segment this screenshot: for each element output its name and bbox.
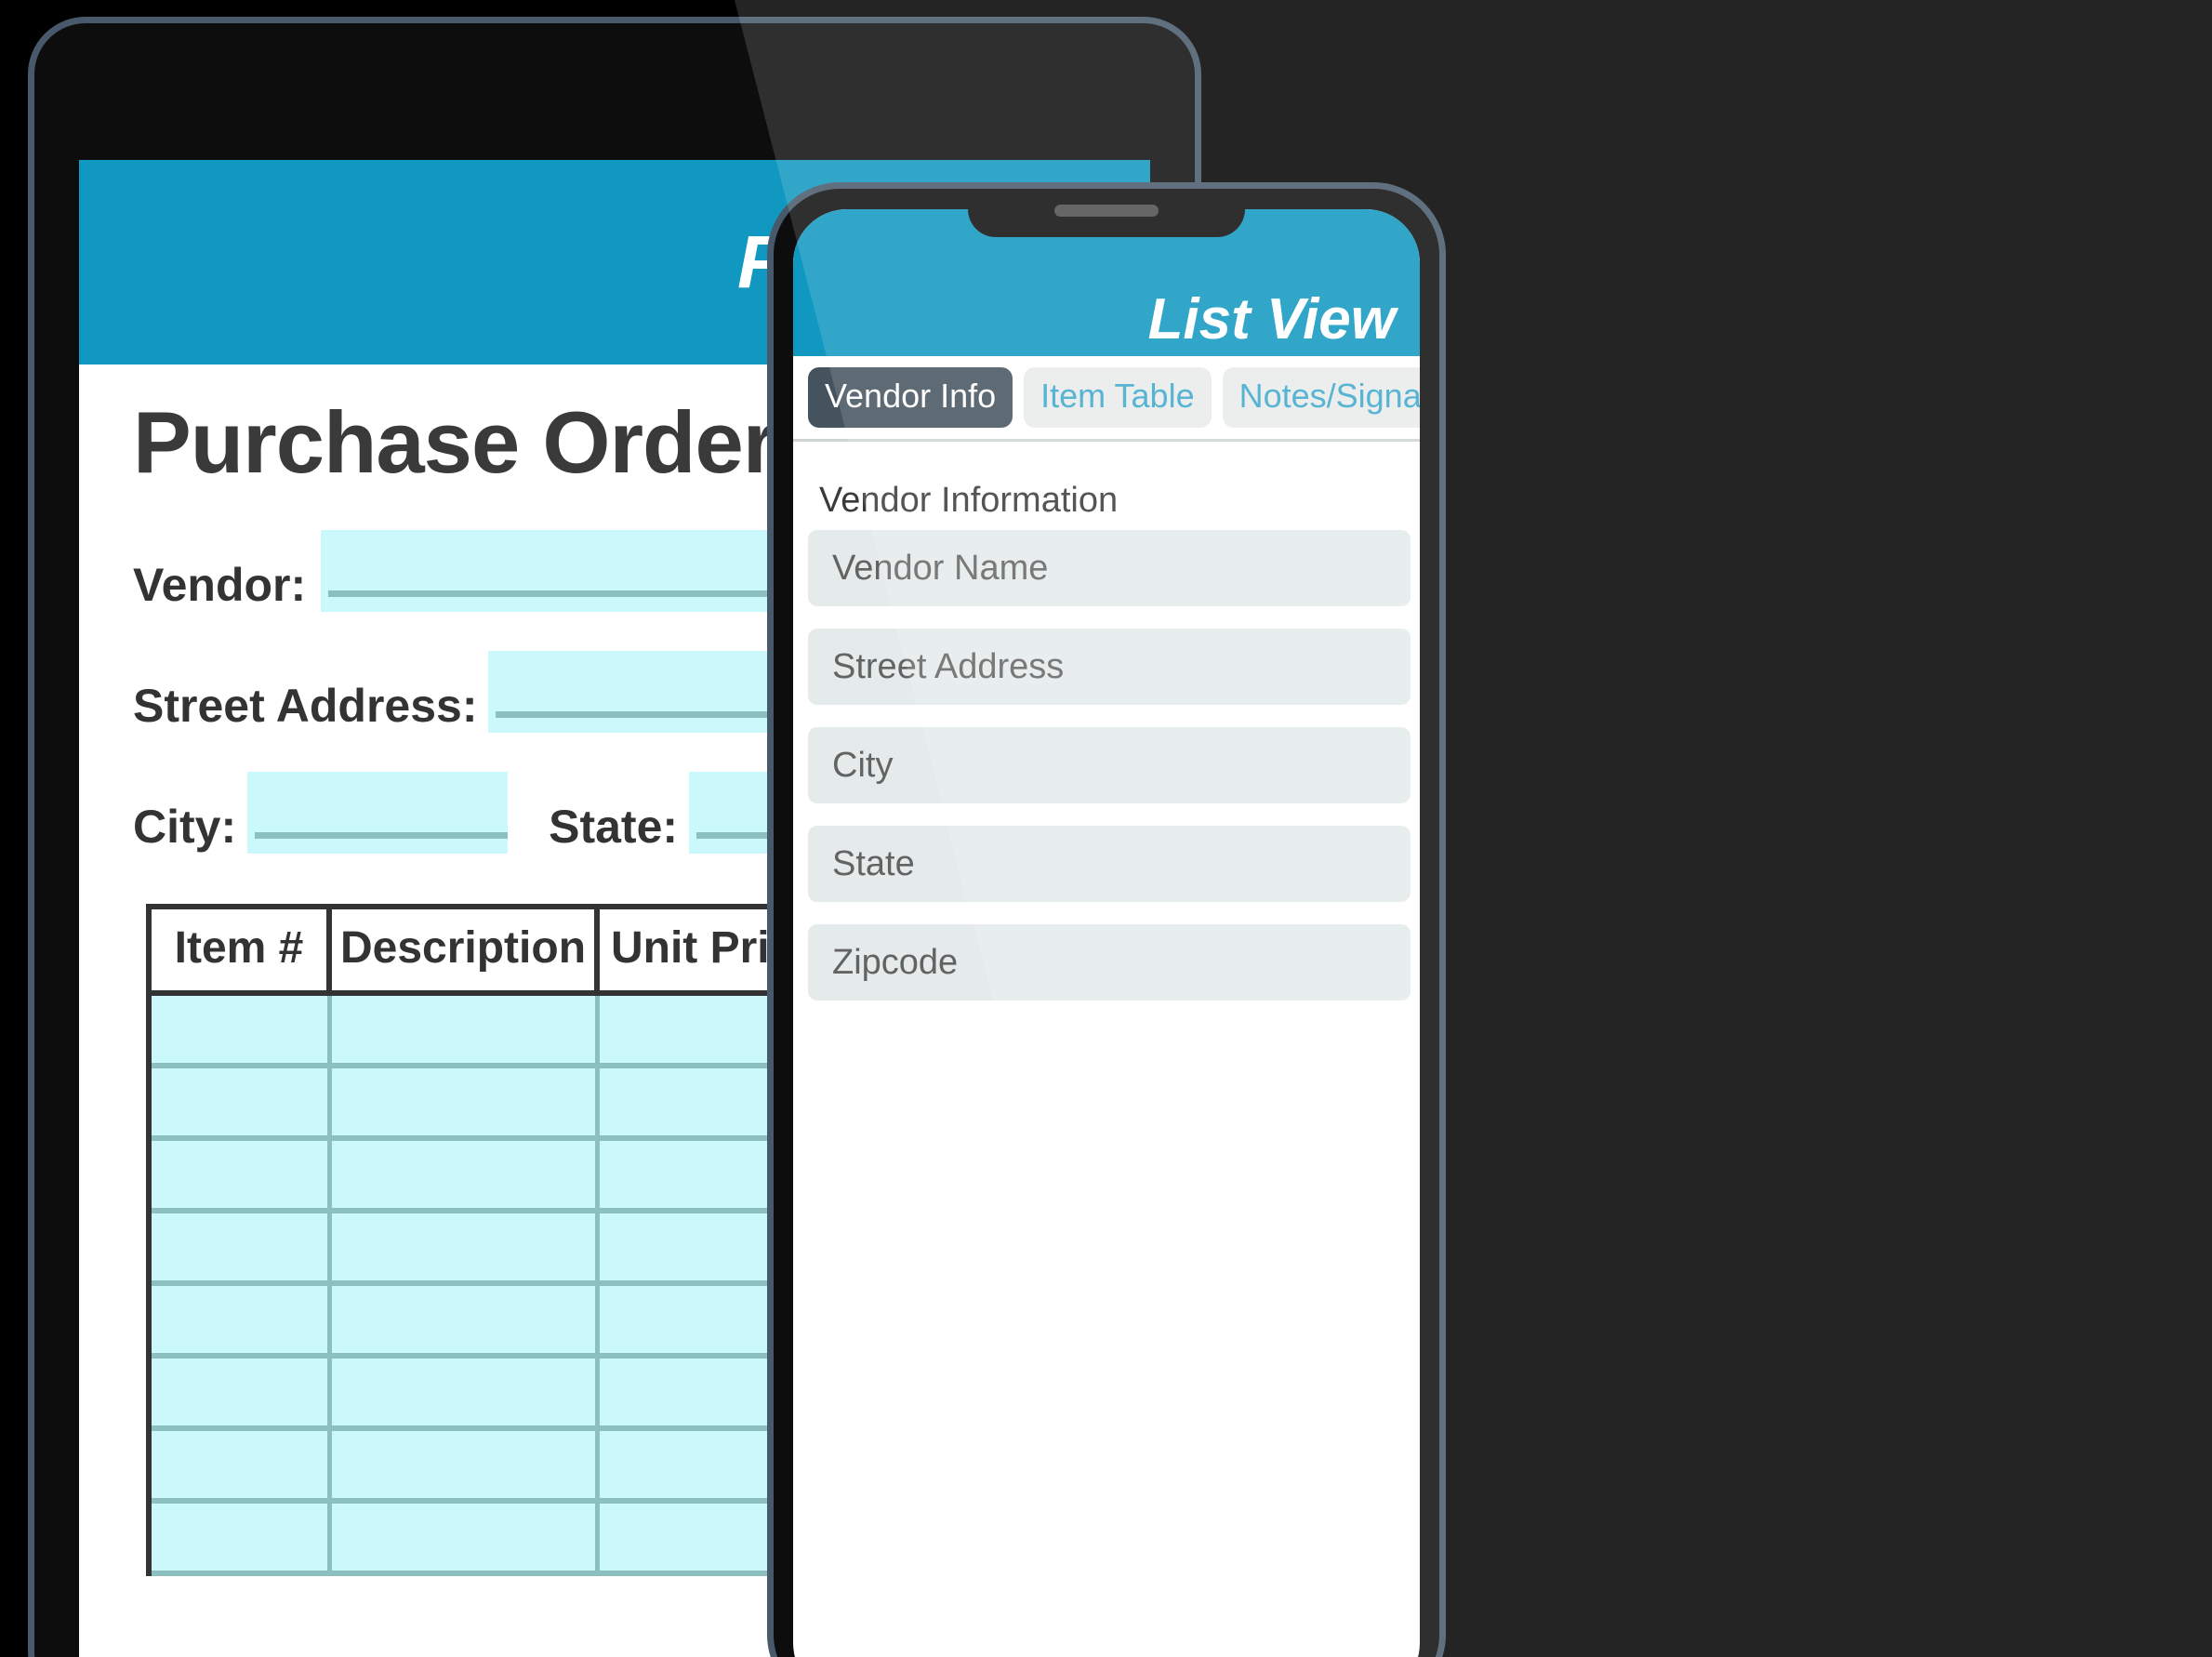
table-cell[interactable] xyxy=(152,1286,332,1359)
city-label: City: xyxy=(133,801,237,853)
table-cell[interactable] xyxy=(332,1504,600,1576)
table-cell[interactable] xyxy=(332,1141,600,1213)
tab-vendor-info[interactable]: Vendor Info xyxy=(808,367,1013,428)
table-cell[interactable] xyxy=(332,1359,600,1431)
list-item-label-city: City xyxy=(832,746,894,785)
table-cell[interactable] xyxy=(152,1504,332,1576)
table-cell[interactable] xyxy=(152,1068,332,1141)
list-item-label-state: State xyxy=(832,844,915,883)
list-item[interactable]: City xyxy=(808,727,1411,803)
table-cell[interactable] xyxy=(332,996,600,1068)
phone-device: List View Vendor Info Item Table Notes/S… xyxy=(767,182,1446,1657)
list-item[interactable]: Zipcode xyxy=(808,924,1411,1001)
city-input[interactable] xyxy=(247,772,509,854)
phone-notch xyxy=(968,189,1245,237)
table-cell[interactable] xyxy=(152,1213,332,1286)
table-cell[interactable] xyxy=(152,996,332,1068)
tab-notes-signature[interactable]: Notes/Signature xyxy=(1222,367,1420,428)
list-item-label-zipcode: Zipcode xyxy=(832,943,959,982)
list-view-tabbar: Vendor Info Item Table Notes/Signature xyxy=(793,356,1420,442)
table-cell[interactable] xyxy=(152,1431,332,1504)
table-cell[interactable] xyxy=(332,1431,600,1504)
list-item[interactable]: State xyxy=(808,826,1411,902)
list-item-label-vendor-name: Vendor Name xyxy=(832,549,1049,588)
column-header-item-number: Item # xyxy=(152,909,332,990)
phone-screen: List View Vendor Info Item Table Notes/S… xyxy=(793,209,1420,1657)
column-header-description: Description xyxy=(332,909,600,990)
list-item[interactable]: Vendor Name xyxy=(808,530,1411,606)
speaker-grille-icon xyxy=(1054,205,1159,217)
vendor-label: Vendor: xyxy=(133,559,307,611)
screenshot-canvas: Form View Purchase Order Vendor: Street … xyxy=(0,0,2212,1657)
vendor-information-heading: Vendor Information xyxy=(819,481,1119,520)
tab-item-table[interactable]: Item Table xyxy=(1024,367,1212,428)
table-cell[interactable] xyxy=(332,1286,600,1359)
street-address-label: Street Address: xyxy=(133,680,478,732)
table-cell[interactable] xyxy=(332,1213,600,1286)
table-cell[interactable] xyxy=(152,1141,332,1213)
state-label: State: xyxy=(549,801,679,853)
list-view-title: List View xyxy=(1147,287,1396,351)
list-item-label-street-address: Street Address xyxy=(832,647,1065,686)
table-cell[interactable] xyxy=(152,1359,332,1431)
table-cell[interactable] xyxy=(332,1068,600,1141)
page-title: Purchase Order xyxy=(133,393,776,491)
vendor-information-list: Vendor Name Street Address City State Zi… xyxy=(793,530,1420,1001)
list-item[interactable]: Street Address xyxy=(808,629,1411,705)
